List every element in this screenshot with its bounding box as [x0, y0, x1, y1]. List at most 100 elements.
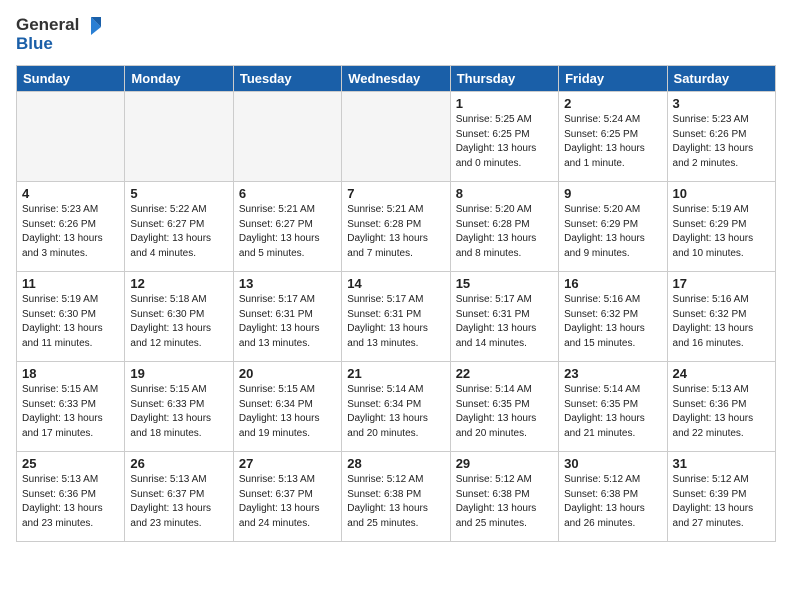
day-number: 3 — [673, 96, 770, 111]
day-info: Sunrise: 5:24 AM Sunset: 6:25 PM Dayligh… — [564, 113, 661, 171]
day-cell: 25Sunrise: 5:13 AM Sunset: 6:36 PM Dayli… — [17, 452, 125, 542]
day-info: Sunrise: 5:15 AM Sunset: 6:33 PM Dayligh… — [130, 383, 227, 441]
day-info: Sunrise: 5:15 AM Sunset: 6:34 PM Dayligh… — [239, 383, 336, 441]
day-info: Sunrise: 5:21 AM Sunset: 6:28 PM Dayligh… — [347, 203, 444, 261]
weekday-wednesday: Wednesday — [342, 66, 450, 92]
day-number: 23 — [564, 366, 661, 381]
day-number: 17 — [673, 276, 770, 291]
day-cell — [125, 92, 233, 182]
day-number: 25 — [22, 456, 119, 471]
day-number: 6 — [239, 186, 336, 201]
day-cell — [233, 92, 341, 182]
day-number: 31 — [673, 456, 770, 471]
day-number: 15 — [456, 276, 553, 291]
day-number: 30 — [564, 456, 661, 471]
day-info: Sunrise: 5:16 AM Sunset: 6:32 PM Dayligh… — [564, 293, 661, 351]
day-info: Sunrise: 5:15 AM Sunset: 6:33 PM Dayligh… — [22, 383, 119, 441]
day-number: 16 — [564, 276, 661, 291]
day-info: Sunrise: 5:19 AM Sunset: 6:29 PM Dayligh… — [673, 203, 770, 261]
day-info: Sunrise: 5:12 AM Sunset: 6:39 PM Dayligh… — [673, 473, 770, 531]
day-cell: 4 Sunrise: 5:23 AM Sunset: 6:26 PM Daylig… — [17, 182, 125, 272]
weekday-saturday: Saturday — [667, 66, 775, 92]
day-cell: 28Sunrise: 5:12 AM Sunset: 6:38 PM Dayli… — [342, 452, 450, 542]
day-cell: 10Sunrise: 5:19 AM Sunset: 6:29 PM Dayli… — [667, 182, 775, 272]
week-row-2: 11 Sunrise: 5:19 AM Sunset: 6:30 PM Dayli… — [17, 272, 776, 362]
calendar-body: 1 Sunrise: 5:25 AM Sunset: 6:25 PM Daylig… — [17, 92, 776, 542]
day-info: Sunrise: 5:21 AM Sunset: 6:27 PM Dayligh… — [239, 203, 336, 261]
day-info: Sunrise: 5:17 AM Sunset: 6:31 PM Dayligh… — [456, 293, 553, 351]
day-info: Sunrise: 5:23 AM Sunset: 6:26 PM Dayligh… — [673, 113, 770, 171]
day-info: Sunrise: 5:13 AM Sunset: 6:37 PM Dayligh… — [130, 473, 227, 531]
day-number: 13 — [239, 276, 336, 291]
day-cell: 12Sunrise: 5:18 AM Sunset: 6:30 PM Dayli… — [125, 272, 233, 362]
day-info: Sunrise: 5:12 AM Sunset: 6:38 PM Dayligh… — [564, 473, 661, 531]
day-info: Sunrise: 5:14 AM Sunset: 6:35 PM Dayligh… — [564, 383, 661, 441]
day-cell: 19Sunrise: 5:15 AM Sunset: 6:33 PM Dayli… — [125, 362, 233, 452]
week-row-0: 1 Sunrise: 5:25 AM Sunset: 6:25 PM Daylig… — [17, 92, 776, 182]
day-cell: 26Sunrise: 5:13 AM Sunset: 6:37 PM Dayli… — [125, 452, 233, 542]
day-number: 2 — [564, 96, 661, 111]
day-info: Sunrise: 5:19 AM Sunset: 6:30 PM Dayligh… — [22, 293, 119, 351]
day-cell — [342, 92, 450, 182]
day-cell: 2 Sunrise: 5:24 AM Sunset: 6:25 PM Daylig… — [559, 92, 667, 182]
day-info: Sunrise: 5:17 AM Sunset: 6:31 PM Dayligh… — [347, 293, 444, 351]
day-number: 11 — [22, 276, 119, 291]
day-number: 8 — [456, 186, 553, 201]
logo-general: General — [16, 15, 79, 34]
logo-blue: Blue — [16, 34, 53, 53]
day-info: Sunrise: 5:25 AM Sunset: 6:25 PM Dayligh… — [456, 113, 553, 171]
day-info: Sunrise: 5:13 AM Sunset: 6:37 PM Dayligh… — [239, 473, 336, 531]
day-info: Sunrise: 5:22 AM Sunset: 6:27 PM Dayligh… — [130, 203, 227, 261]
day-number: 7 — [347, 186, 444, 201]
day-number: 9 — [564, 186, 661, 201]
day-cell: 30 Sunrise: 5:12 AM Sunset: 6:38 PM Dayli… — [559, 452, 667, 542]
day-number: 1 — [456, 96, 553, 111]
day-cell: 21 Sunrise: 5:14 AM Sunset: 6:34 PM Dayli… — [342, 362, 450, 452]
day-cell: 20 Sunrise: 5:15 AM Sunset: 6:34 PM Dayli… — [233, 362, 341, 452]
day-cell: 1 Sunrise: 5:25 AM Sunset: 6:25 PM Daylig… — [450, 92, 558, 182]
weekday-sunday: Sunday — [17, 66, 125, 92]
day-number: 21 — [347, 366, 444, 381]
weekday-tuesday: Tuesday — [233, 66, 341, 92]
day-cell: 29 Sunrise: 5:12 AM Sunset: 6:38 PM Dayli… — [450, 452, 558, 542]
day-number: 28 — [347, 456, 444, 471]
day-number: 24 — [673, 366, 770, 381]
day-number: 4 — [22, 186, 119, 201]
day-cell: 11 Sunrise: 5:19 AM Sunset: 6:30 PM Dayli… — [17, 272, 125, 362]
logo-bird-icon — [81, 17, 101, 35]
day-cell: 6 Sunrise: 5:21 AM Sunset: 6:27 PM Daylig… — [233, 182, 341, 272]
day-number: 27 — [239, 456, 336, 471]
day-cell: 3 Sunrise: 5:23 AM Sunset: 6:26 PM Daylig… — [667, 92, 775, 182]
day-number: 20 — [239, 366, 336, 381]
day-info: Sunrise: 5:12 AM Sunset: 6:38 PM Dayligh… — [456, 473, 553, 531]
day-number: 18 — [22, 366, 119, 381]
page-header: General Blue — [16, 16, 776, 53]
day-number: 22 — [456, 366, 553, 381]
day-info: Sunrise: 5:23 AM Sunset: 6:26 PM Dayligh… — [22, 203, 119, 261]
day-cell: 18 Sunrise: 5:15 AM Sunset: 6:33 PM Dayli… — [17, 362, 125, 452]
week-row-3: 18 Sunrise: 5:15 AM Sunset: 6:33 PM Dayli… — [17, 362, 776, 452]
day-number: 14 — [347, 276, 444, 291]
day-cell: 23 Sunrise: 5:14 AM Sunset: 6:35 PM Dayli… — [559, 362, 667, 452]
day-info: Sunrise: 5:16 AM Sunset: 6:32 PM Dayligh… — [673, 293, 770, 351]
weekday-friday: Friday — [559, 66, 667, 92]
day-number: 12 — [130, 276, 227, 291]
day-cell: 24Sunrise: 5:13 AM Sunset: 6:36 PM Dayli… — [667, 362, 775, 452]
day-info: Sunrise: 5:14 AM Sunset: 6:35 PM Dayligh… — [456, 383, 553, 441]
day-cell: 7 Sunrise: 5:21 AM Sunset: 6:28 PM Daylig… — [342, 182, 450, 272]
day-cell: 22 Sunrise: 5:14 AM Sunset: 6:35 PM Dayli… — [450, 362, 558, 452]
day-cell: 17 Sunrise: 5:16 AM Sunset: 6:32 PM Dayli… — [667, 272, 775, 362]
logo: General Blue — [16, 16, 101, 53]
day-cell: 5 Sunrise: 5:22 AM Sunset: 6:27 PM Daylig… — [125, 182, 233, 272]
logo-wordmark: General Blue — [16, 16, 101, 53]
weekday-monday: Monday — [125, 66, 233, 92]
week-row-4: 25Sunrise: 5:13 AM Sunset: 6:36 PM Dayli… — [17, 452, 776, 542]
day-number: 5 — [130, 186, 227, 201]
day-number: 29 — [456, 456, 553, 471]
day-cell: 16 Sunrise: 5:16 AM Sunset: 6:32 PM Dayli… — [559, 272, 667, 362]
day-cell: 27 Sunrise: 5:13 AM Sunset: 6:37 PM Dayli… — [233, 452, 341, 542]
day-cell: 13Sunrise: 5:17 AM Sunset: 6:31 PM Dayli… — [233, 272, 341, 362]
calendar-table: SundayMondayTuesdayWednesdayThursdayFrid… — [16, 65, 776, 542]
day-cell: 9Sunrise: 5:20 AM Sunset: 6:29 PM Daylig… — [559, 182, 667, 272]
day-info: Sunrise: 5:14 AM Sunset: 6:34 PM Dayligh… — [347, 383, 444, 441]
